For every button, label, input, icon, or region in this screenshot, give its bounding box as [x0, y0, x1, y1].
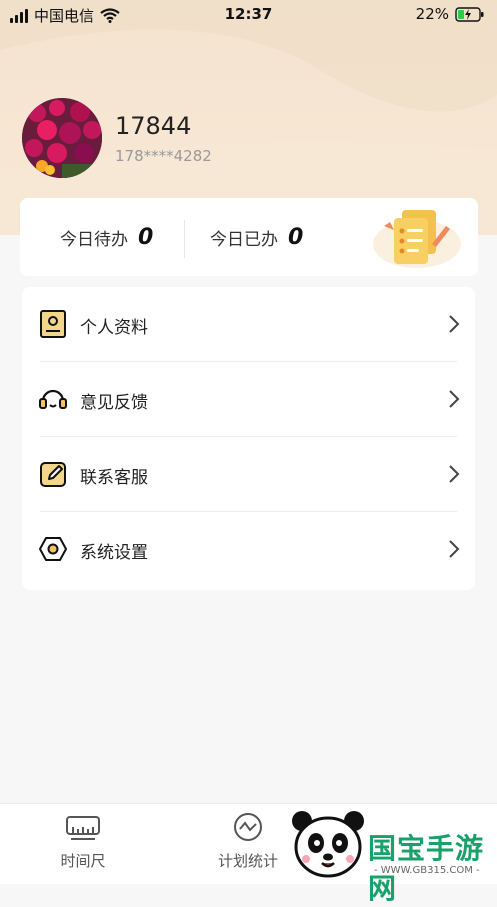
todo-stat[interactable]: 今日待办 0 [60, 198, 153, 276]
headset-icon [39, 389, 67, 409]
panda-logo [292, 811, 364, 878]
chevron-right-icon [449, 540, 460, 558]
id-card-icon [40, 310, 66, 338]
done-stat[interactable]: 今日已办 0 [210, 198, 303, 276]
menu-item-label: 个人资料 [80, 318, 148, 338]
stats-divider [184, 220, 185, 258]
menu-item-settings[interactable]: 系统设置 [22, 512, 475, 587]
edit-note-icon [40, 462, 66, 487]
status-bar: 中国电信 12:37 22% [0, 0, 497, 30]
todo-count: 0 [138, 224, 154, 250]
menu-item-feedback[interactable]: 意见反馈 [22, 362, 475, 437]
chevron-right-icon [449, 465, 460, 483]
menu-item-customer-service[interactable]: 联系客服 [22, 437, 475, 512]
avatar[interactable] [22, 98, 102, 178]
chevron-right-icon [449, 315, 460, 333]
tab-label: 时间尺 [60, 852, 106, 870]
menu-item-label: 系统设置 [80, 543, 148, 563]
settings-menu: 个人资料 意见反馈 联系客服 系统设置 [22, 287, 475, 590]
menu-item-profile[interactable]: 个人资料 [22, 287, 475, 362]
menu-item-label: 联系客服 [80, 468, 148, 488]
done-label: 今日已办 [210, 229, 278, 250]
user-name: 17844 [115, 112, 192, 140]
watermark-url: - WWW.GB315.COM - [374, 865, 480, 876]
tab-timeline[interactable]: 时间尺 [23, 812, 143, 871]
site-watermark: 国宝手游网 - WWW.GB315.COM - [280, 805, 497, 905]
chevron-right-icon [449, 390, 460, 408]
menu-item-label: 意见反馈 [80, 393, 148, 413]
chart-circle-icon [234, 813, 262, 841]
gear-hexagon-icon [39, 537, 67, 561]
user-phone: 178****4282 [115, 147, 212, 165]
battery-charging-icon [455, 6, 484, 22]
ruler-icon [66, 816, 100, 840]
clipboard-illustration-icon [373, 210, 461, 268]
todo-label: 今日待办 [60, 229, 128, 250]
battery-percent: 22% [415, 5, 449, 23]
done-count: 0 [288, 224, 304, 250]
task-stats-card: 今日待办 0 今日已办 0 [20, 198, 478, 276]
